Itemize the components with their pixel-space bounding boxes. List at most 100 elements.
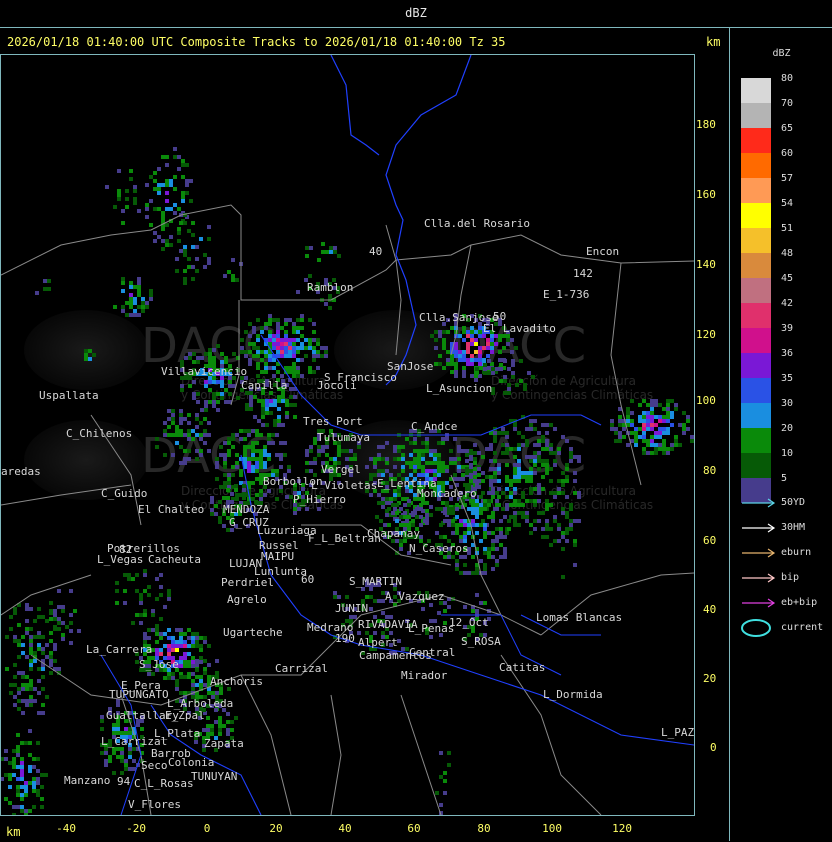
echo-pixel (187, 413, 191, 417)
echo-pixel (137, 281, 141, 285)
echo-pixel (29, 639, 33, 643)
echo-pixel (33, 635, 37, 639)
echo-pixel (223, 457, 227, 461)
echo-pixel (16, 745, 20, 749)
echo-pixel (499, 535, 503, 539)
echo-pixel (167, 589, 171, 593)
echo-pixel (284, 318, 288, 322)
echo-pixel (155, 652, 159, 656)
echo-pixel (53, 613, 57, 617)
echo-pixel (175, 433, 179, 437)
echo-pixel (204, 404, 208, 408)
echo-pixel (433, 461, 437, 465)
echo-pixel (471, 629, 475, 633)
echo-pixel (260, 330, 264, 334)
echo-pixel (115, 601, 119, 605)
echo-pixel (161, 183, 165, 187)
echo-pixel (249, 395, 253, 399)
echo-pixel (493, 451, 497, 455)
echo-pixel (284, 334, 288, 338)
track-arrow (742, 498, 776, 508)
echo-pixel (21, 683, 25, 687)
echo-pixel (630, 431, 634, 435)
echo-pixel (263, 465, 267, 469)
echo-pixel (646, 411, 650, 415)
place-label-uspallata: Uspallata (39, 389, 99, 402)
echo-pixel (45, 619, 49, 623)
echo-pixel (195, 449, 199, 453)
echo-pixel (483, 571, 487, 575)
echo-pixel (280, 342, 284, 346)
echo-pixel (187, 265, 191, 269)
echo-pixel (413, 441, 417, 445)
echo-pixel (610, 419, 614, 423)
echo-pixel (25, 687, 29, 691)
echo-pixel (236, 396, 240, 400)
echo-pixel (549, 447, 553, 451)
echo-pixel (305, 507, 309, 511)
echo-pixel (224, 388, 228, 392)
echo-pixel (179, 656, 183, 660)
echo-pixel (16, 789, 20, 793)
echo-pixel (463, 555, 467, 559)
echo-pixel (175, 269, 179, 273)
echo-pixel (165, 183, 169, 187)
echo-pixel (569, 455, 573, 459)
echo-pixel (451, 507, 455, 511)
echo-pixel (646, 439, 650, 443)
echo-pixel (161, 211, 165, 215)
place-label-el-chalteo: El Chalteo (138, 503, 204, 516)
echo-pixel (117, 169, 121, 173)
echo-pixel (177, 231, 181, 235)
echo-pixel (137, 209, 141, 213)
echo-pixel (261, 411, 265, 415)
echo-pixel (503, 555, 507, 559)
echo-pixel (32, 785, 36, 789)
echo-pixel (273, 399, 277, 403)
echo-pixel (163, 453, 167, 457)
radar-map[interactable]: DACC Dirección de Agricultura y Contingenc… (0, 54, 695, 816)
echo-pixel (276, 350, 280, 354)
echo-pixel (442, 330, 446, 334)
echo-pixel (155, 577, 159, 581)
echo-pixel (317, 445, 321, 449)
echo-pixel (24, 809, 28, 813)
echo-pixel (401, 497, 405, 501)
echo-pixel (569, 519, 573, 523)
echo-pixel (421, 465, 425, 469)
echo-pixel (487, 551, 491, 555)
echo-pixel (88, 357, 92, 361)
echo-pixel (84, 357, 88, 361)
echo-pixel (135, 573, 139, 577)
echo-pixel (137, 305, 141, 309)
echo-pixel (316, 350, 320, 354)
echo-pixel (305, 453, 309, 457)
echo-pixel (284, 322, 288, 326)
echo-pixel (248, 342, 252, 346)
place-label-cacheuta: Cacheuta (148, 553, 201, 566)
echo-pixel (446, 350, 450, 354)
echo-pixel (458, 334, 462, 338)
echo-pixel (264, 354, 268, 358)
echo-pixel (658, 447, 662, 451)
echo-pixel (195, 269, 199, 273)
echo-pixel (41, 647, 45, 651)
echo-pixel (666, 447, 670, 451)
echo-pixel (545, 499, 549, 503)
echo-pixel (517, 523, 521, 527)
echo-pixel (121, 281, 125, 285)
echo-pixel (487, 515, 491, 519)
echo-pixel (467, 527, 471, 531)
echo-pixel (185, 183, 189, 187)
echo-pixel (491, 487, 495, 491)
echo-pixel (191, 632, 195, 636)
echo-pixel (183, 253, 187, 257)
x-tick-label: 60 (407, 822, 421, 835)
echo-pixel (517, 503, 521, 507)
echo-pixel (447, 605, 451, 609)
echo-pixel (529, 419, 533, 423)
echo-pixel (21, 651, 25, 655)
echo-pixel (304, 346, 308, 350)
echo-pixel (513, 455, 517, 459)
echo-pixel (157, 207, 161, 211)
